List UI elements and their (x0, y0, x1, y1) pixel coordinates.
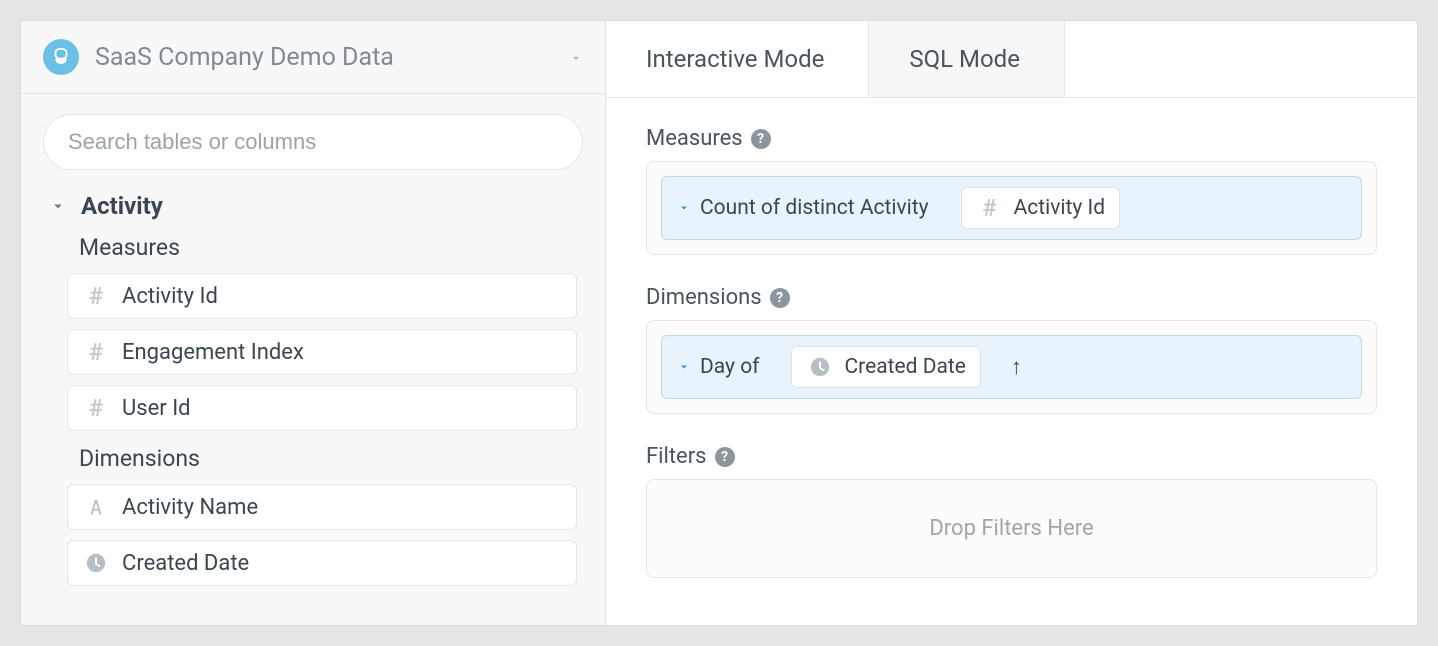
help-icon[interactable]: ? (751, 129, 771, 149)
app-root: SaaS Company Demo Data Activity Measures… (20, 20, 1418, 626)
field-activity-name[interactable]: Activity Name (67, 484, 577, 530)
measure-field-text: Activity Id (1014, 196, 1106, 220)
dimensions-dropzone[interactable]: Day of Created Date ↑ (646, 320, 1377, 414)
field-user-id[interactable]: # User Id (67, 385, 577, 431)
triangle-down-icon (678, 196, 690, 220)
number-icon: # (82, 282, 110, 310)
table-name: Activity (81, 192, 163, 220)
measures-section-label: Measures ? (646, 126, 1377, 151)
field-activity-id[interactable]: # Activity Id (67, 273, 577, 319)
field-engagement-index[interactable]: # Engagement Index (67, 329, 577, 375)
filters-dropzone[interactable]: Drop Filters Here (646, 479, 1377, 578)
field-label: User Id (122, 396, 191, 421)
chevron-down-icon (569, 43, 583, 72)
main: Interactive Mode SQL Mode Measures ? (606, 21, 1417, 625)
dimensions-section-label: Dimensions ? (646, 285, 1377, 310)
sort-ascending-icon[interactable]: ↑ (997, 354, 1036, 380)
table-group-activity: Activity Measures # Activity Id # Engage… (43, 192, 583, 586)
search-input[interactable] (43, 114, 583, 170)
field-label: Engagement Index (122, 340, 304, 365)
measure-field-chip-wrapper: # Activity Id (945, 177, 1137, 239)
dimension-field-text: Created Date (844, 355, 965, 379)
field-label: Activity Id (122, 284, 218, 309)
measure-field-chip[interactable]: # Activity Id (961, 187, 1121, 229)
measure-aggregation-text: Count of distinct Activity (700, 196, 929, 220)
text-icon (82, 493, 110, 521)
clock-icon (82, 549, 110, 577)
tab-sql-mode[interactable]: SQL Mode (869, 21, 1065, 97)
section-title-text: Filters (646, 444, 707, 469)
dimensions-title: Dimensions (79, 445, 577, 472)
filters-section-label: Filters ? (646, 444, 1377, 469)
triangle-down-icon (678, 355, 690, 379)
chevron-down-icon (49, 197, 67, 215)
measures-section: Measures ? Count of distinct Activity (646, 126, 1377, 255)
datasource-name: SaaS Company Demo Data (95, 43, 394, 72)
field-created-date[interactable]: Created Date (67, 540, 577, 586)
dimensions-field-list: Activity Name Created Date (49, 484, 577, 586)
measure-pill[interactable]: Count of distinct Activity # Activity Id (661, 176, 1362, 240)
section-title-text: Dimensions (646, 285, 762, 310)
filters-placeholder-text: Drop Filters Here (929, 516, 1093, 541)
measure-aggregation-picker[interactable]: Count of distinct Activity (662, 186, 945, 230)
clock-icon (806, 353, 834, 381)
number-icon: # (82, 394, 110, 422)
query-builder: Measures ? Count of distinct Activity (606, 98, 1417, 626)
measures-field-list: # Activity Id # Engagement Index # User … (49, 273, 577, 431)
help-icon[interactable]: ? (770, 288, 790, 308)
dimension-grain-picker[interactable]: Day of (662, 345, 775, 389)
dimension-field-chip[interactable]: Created Date (791, 346, 980, 388)
mode-tabs: Interactive Mode SQL Mode (606, 21, 1417, 98)
number-icon: # (82, 338, 110, 366)
sidebar-body: Activity Measures # Activity Id # Engage… (21, 94, 605, 606)
dimension-pill[interactable]: Day of Created Date ↑ (661, 335, 1362, 399)
dimension-grain-text: Day of (700, 355, 759, 379)
section-title-text: Measures (646, 126, 743, 151)
datasource-picker[interactable]: SaaS Company Demo Data (21, 21, 605, 94)
measures-dropzone[interactable]: Count of distinct Activity # Activity Id (646, 161, 1377, 255)
filters-section: Filters ? Drop Filters Here (646, 444, 1377, 578)
field-label: Activity Name (122, 495, 258, 520)
postgres-icon (43, 39, 79, 75)
tab-interactive-mode[interactable]: Interactive Mode (606, 21, 869, 97)
dimension-field-chip-wrapper: Created Date (775, 336, 996, 398)
dimensions-section: Dimensions ? Day of (646, 285, 1377, 414)
field-label: Created Date (122, 551, 249, 576)
measures-title: Measures (79, 234, 577, 261)
table-toggle-activity[interactable]: Activity (49, 192, 577, 220)
number-icon: # (976, 194, 1004, 222)
help-icon[interactable]: ? (715, 447, 735, 467)
sidebar: SaaS Company Demo Data Activity Measures… (21, 21, 606, 625)
